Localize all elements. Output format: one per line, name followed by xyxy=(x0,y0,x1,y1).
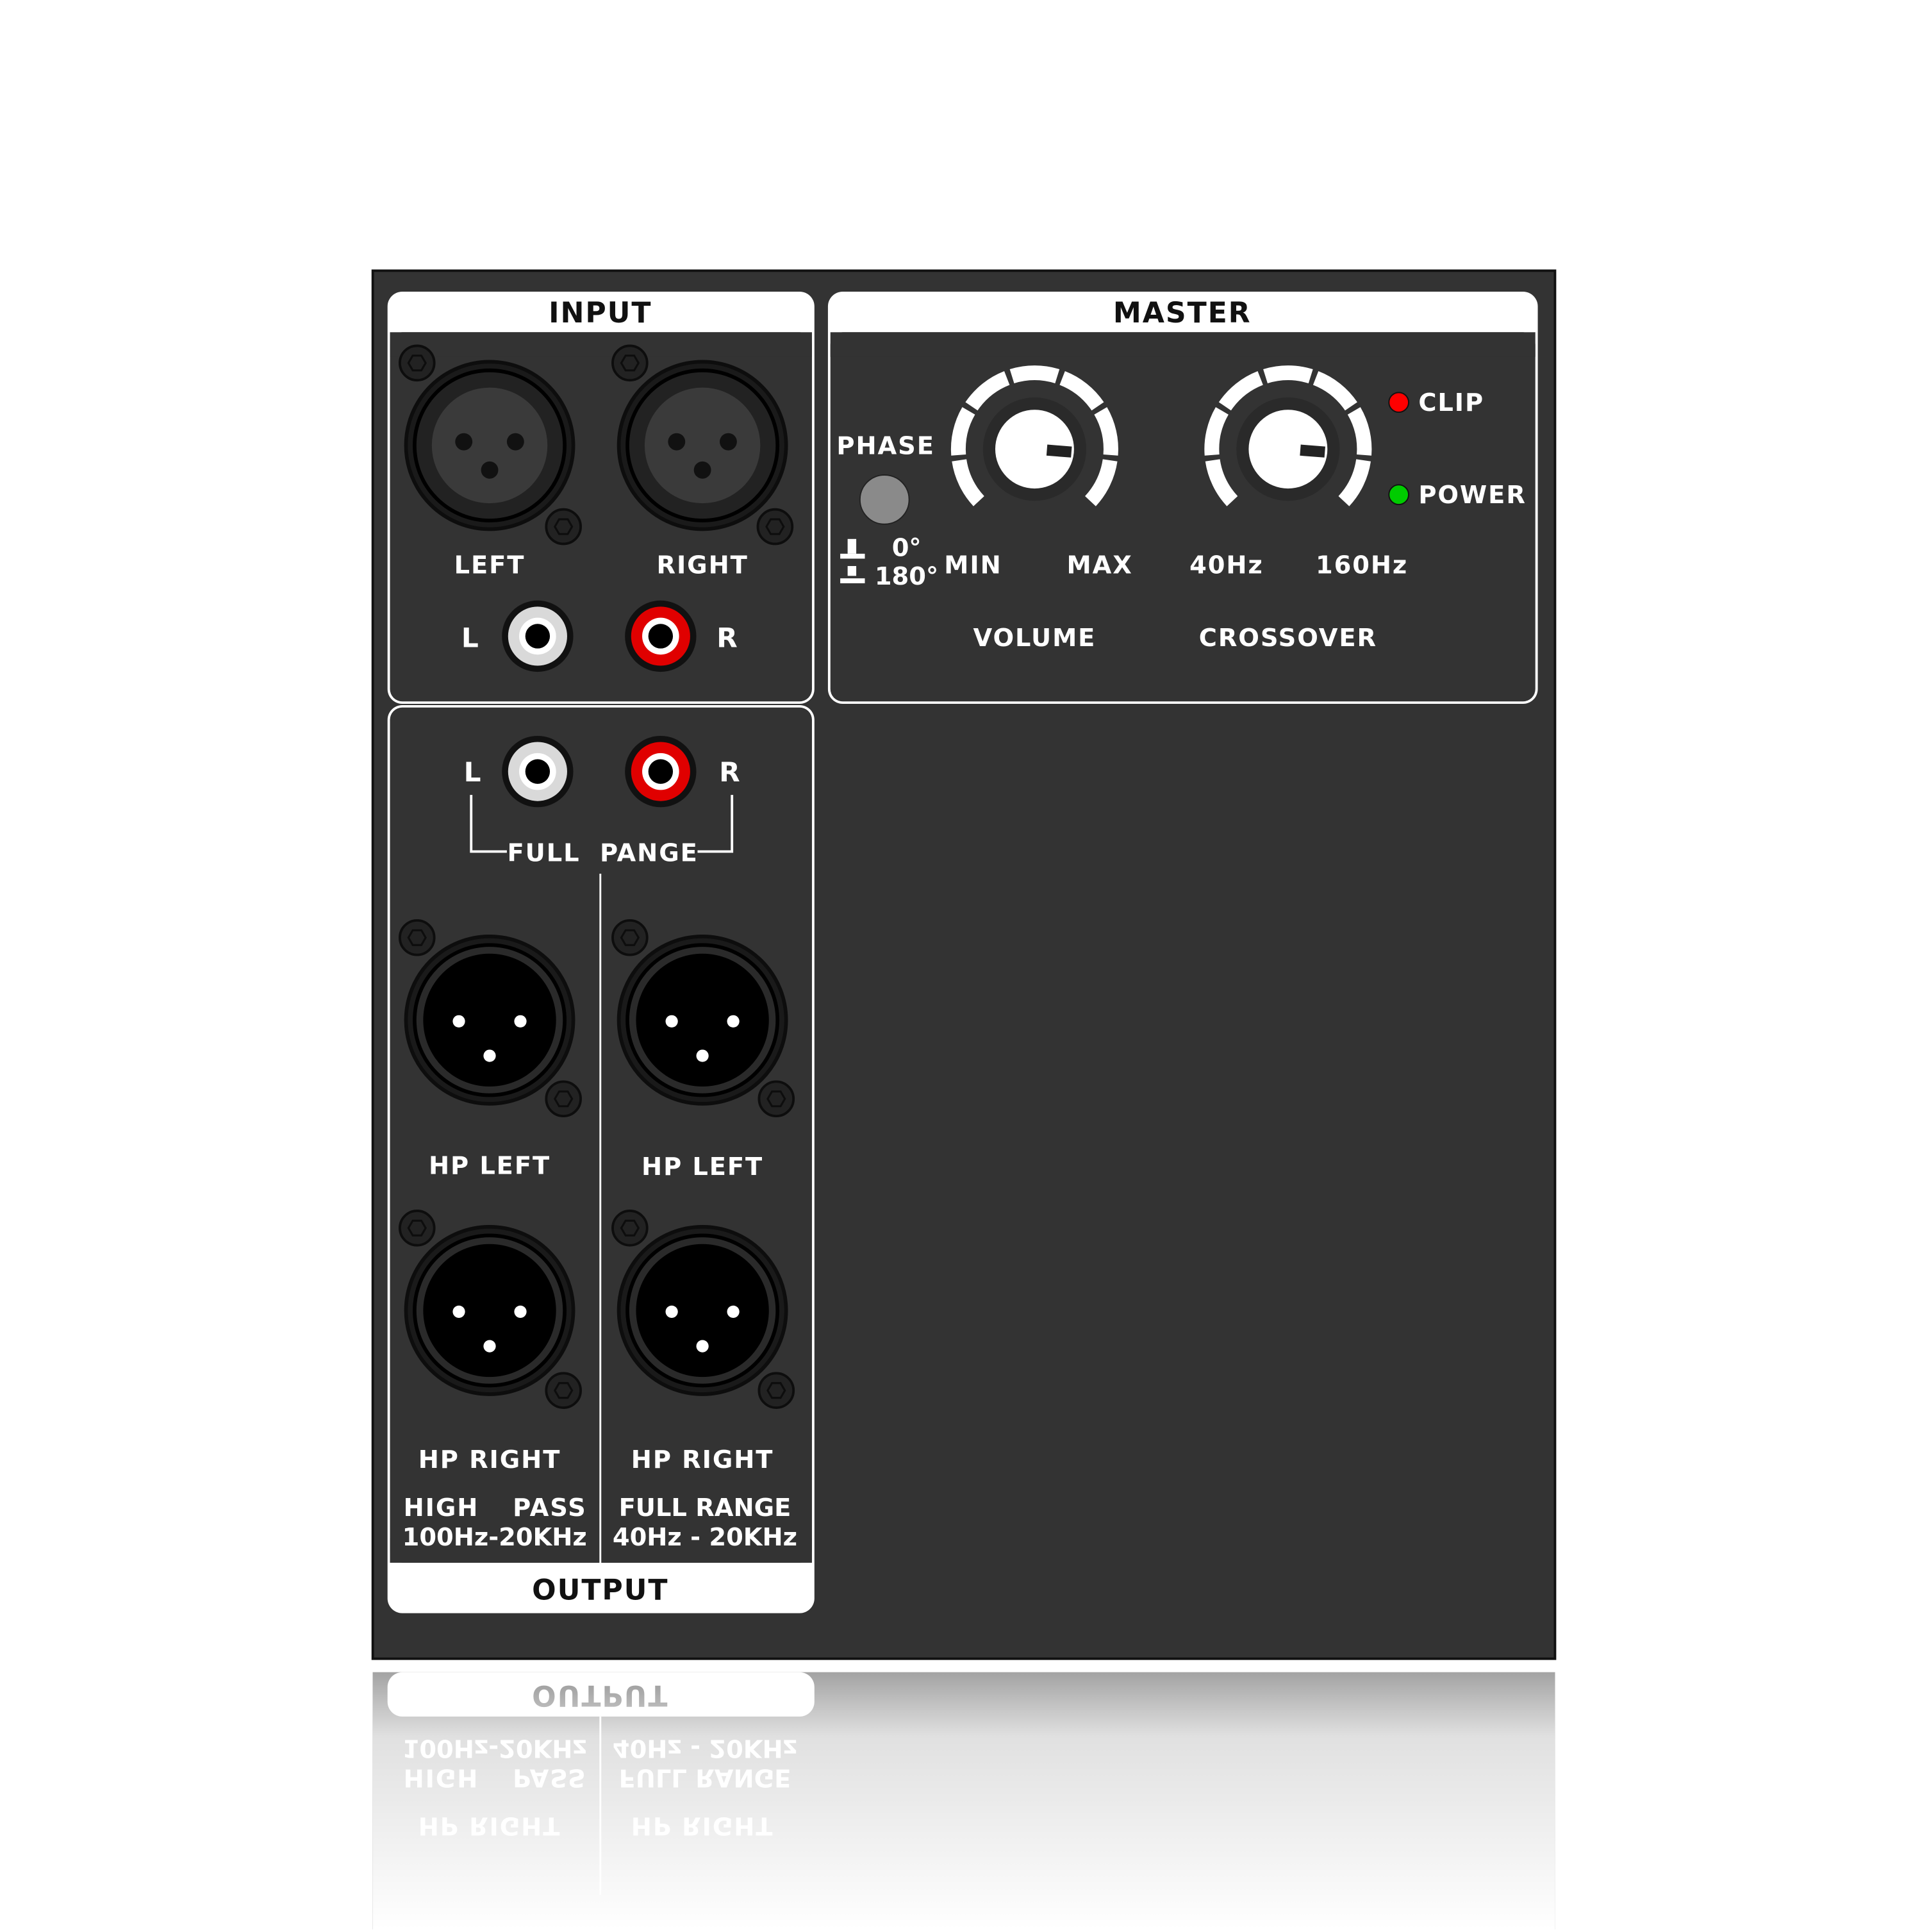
xlr-input-right-label: RIGHT xyxy=(657,551,749,580)
output-title: OUTPUT xyxy=(532,1574,668,1607)
phase-button[interactable] xyxy=(859,474,910,525)
led-icon xyxy=(1388,392,1409,413)
hex-screw-icon xyxy=(398,919,436,956)
hex-screw-icon xyxy=(545,1080,582,1118)
rca-output-left[interactable] xyxy=(502,735,574,808)
rca-input-right[interactable] xyxy=(625,600,697,672)
full-range-range: 40Hz - 20KHz xyxy=(613,1523,797,1552)
knob-pointer xyxy=(1300,444,1325,458)
input-section: INPUT LEFT RIGHT L R xyxy=(387,291,815,704)
rca-output-left-label: L xyxy=(464,756,481,788)
hp-right-label-1: HP RIGHT xyxy=(418,1445,561,1474)
power-label: POWER xyxy=(1418,481,1526,510)
rca-input-left-label: L xyxy=(461,622,479,654)
hp-left-label-1: HP LEFT xyxy=(429,1151,551,1180)
crossover-label: CROSSOVER xyxy=(1199,624,1377,653)
knob-pointer xyxy=(1046,444,1072,458)
phase-180-label: 180° xyxy=(875,562,938,591)
phase-0-label: 0° xyxy=(892,534,922,563)
full-range-label: FULL RANGE xyxy=(619,1494,791,1522)
phase-label: PHASE xyxy=(836,431,934,460)
xlr-input-right[interactable] xyxy=(617,360,788,531)
high-pass-label-b: PASS xyxy=(513,1494,587,1522)
clip-led xyxy=(1388,392,1409,413)
xlr-male-icon xyxy=(617,934,788,1106)
rca-jack-icon xyxy=(502,600,574,672)
power-led xyxy=(1388,484,1409,506)
crossover-max-label: 160Hz xyxy=(1316,551,1408,580)
high-pass-label-a: HIGH xyxy=(404,1494,479,1522)
output-section: OUTPUT L R FULL PANGE HP LEFT HP LEFT HP… xyxy=(387,704,815,1613)
hp-right-label-2: HP RIGHT xyxy=(631,1445,774,1474)
hex-screw-icon xyxy=(756,508,794,545)
rca-jack-icon xyxy=(502,735,574,808)
volume-max-label: MAX xyxy=(1067,551,1133,580)
rca-output-right[interactable] xyxy=(625,735,697,808)
xlr-output-full-right[interactable] xyxy=(617,1225,788,1396)
hex-screw-icon xyxy=(758,1080,795,1118)
xlr-output-full-left[interactable] xyxy=(617,934,788,1106)
volume-label: VOLUME xyxy=(973,624,1097,653)
rca-output-right-label: R xyxy=(719,756,740,788)
crossover-min-label: 40Hz xyxy=(1189,551,1264,580)
hp-left-label-2: HP LEFT xyxy=(642,1153,763,1181)
rca-jack-icon xyxy=(625,600,697,672)
hex-screw-icon xyxy=(545,508,582,545)
hex-screw-icon xyxy=(398,1210,436,1247)
xlr-female-icon xyxy=(404,360,575,531)
xlr-input-left-label: LEFT xyxy=(454,551,526,580)
hex-screw-icon xyxy=(545,1372,582,1409)
clip-label: CLIP xyxy=(1418,388,1484,417)
master-section: MASTER PHASE 0° 180° MIN MAX VOLUME 40Hz… xyxy=(827,291,1538,704)
hex-screw-icon xyxy=(611,919,649,956)
xlr-male-icon xyxy=(404,1225,575,1396)
hex-screw-icon xyxy=(611,344,649,382)
master-title: MASTER xyxy=(1113,297,1252,329)
xlr-output-hp-right[interactable] xyxy=(404,1225,575,1396)
input-title: INPUT xyxy=(549,297,652,329)
hex-screw-icon xyxy=(611,1210,649,1247)
amplifier-panel-stage: INPUT LEFT RIGHT L R MASTER PHASE 0° 180… xyxy=(0,0,1929,1929)
rca-input-left[interactable] xyxy=(502,600,574,672)
led-icon xyxy=(1388,484,1409,506)
panel-reflection: OUTPUT 100Hz-20KHz 40Hz - 20KHz HIGH PAS… xyxy=(372,1672,1555,1929)
xlr-input-left[interactable] xyxy=(404,360,575,531)
xlr-output-hp-left[interactable] xyxy=(404,934,575,1106)
hex-screw-icon xyxy=(758,1372,795,1409)
xlr-female-icon xyxy=(617,360,788,531)
rca-input-right-label: R xyxy=(716,622,738,654)
xlr-male-icon xyxy=(617,1225,788,1396)
volume-min-label: MIN xyxy=(944,551,1002,580)
rca-jack-icon xyxy=(625,735,697,808)
hex-screw-icon xyxy=(398,344,436,382)
full-range-bracket-label: FULL PANGE xyxy=(508,839,699,868)
xlr-male-icon xyxy=(404,934,575,1106)
high-pass-range: 100Hz-20KHz xyxy=(402,1523,587,1552)
amplifier-panel: INPUT LEFT RIGHT L R MASTER PHASE 0° 180… xyxy=(371,269,1557,1929)
